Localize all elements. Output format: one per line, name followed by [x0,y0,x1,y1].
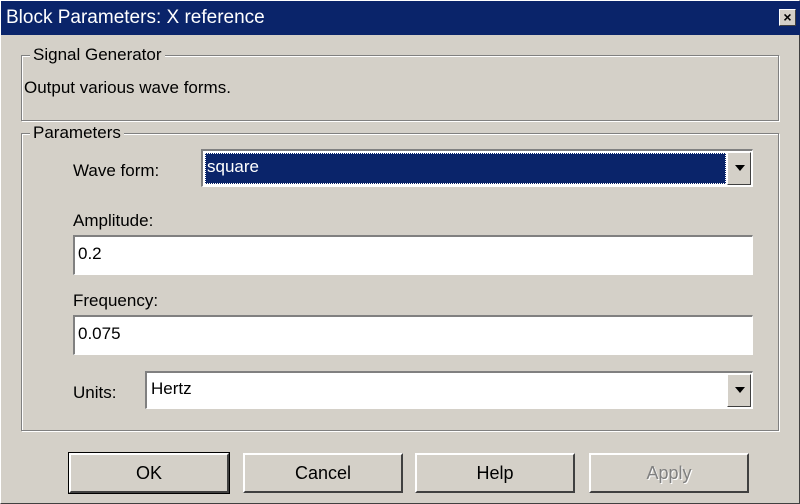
units-label: Units: [73,383,117,402]
description-group-legend: Signal Generator [30,44,165,66]
cancel-button[interactable]: Cancel [243,453,403,493]
chevron-down-icon[interactable] [727,152,751,185]
title-bar[interactable]: Block Parameters: X reference × [1,1,800,35]
parameters-group-legend: Parameters [30,122,124,144]
description-group: Signal Generator Output various wave for… [21,44,779,121]
frequency-label: Frequency: [73,291,159,310]
wave-form-value: square [205,153,726,184]
amplitude-input[interactable]: 0.2 [73,235,753,275]
description-text: Output various wave forms. [24,78,231,97]
help-button[interactable]: Help [415,453,575,493]
chevron-down-icon[interactable] [727,374,751,407]
apply-button[interactable]: Apply [589,453,749,493]
amplitude-label: Amplitude: [73,211,154,230]
units-value: Hertz [151,379,192,398]
window-title: Block Parameters: X reference [6,7,265,28]
block-parameters-dialog: Block Parameters: X reference × Signal G… [0,0,800,504]
wave-form-label: Wave form: [73,161,160,180]
units-select[interactable]: Hertz [145,371,753,409]
wave-form-select[interactable]: square [201,149,753,187]
close-icon[interactable]: × [779,9,796,26]
ok-button[interactable]: OK [68,452,230,494]
frequency-input[interactable]: 0.075 [73,315,753,355]
